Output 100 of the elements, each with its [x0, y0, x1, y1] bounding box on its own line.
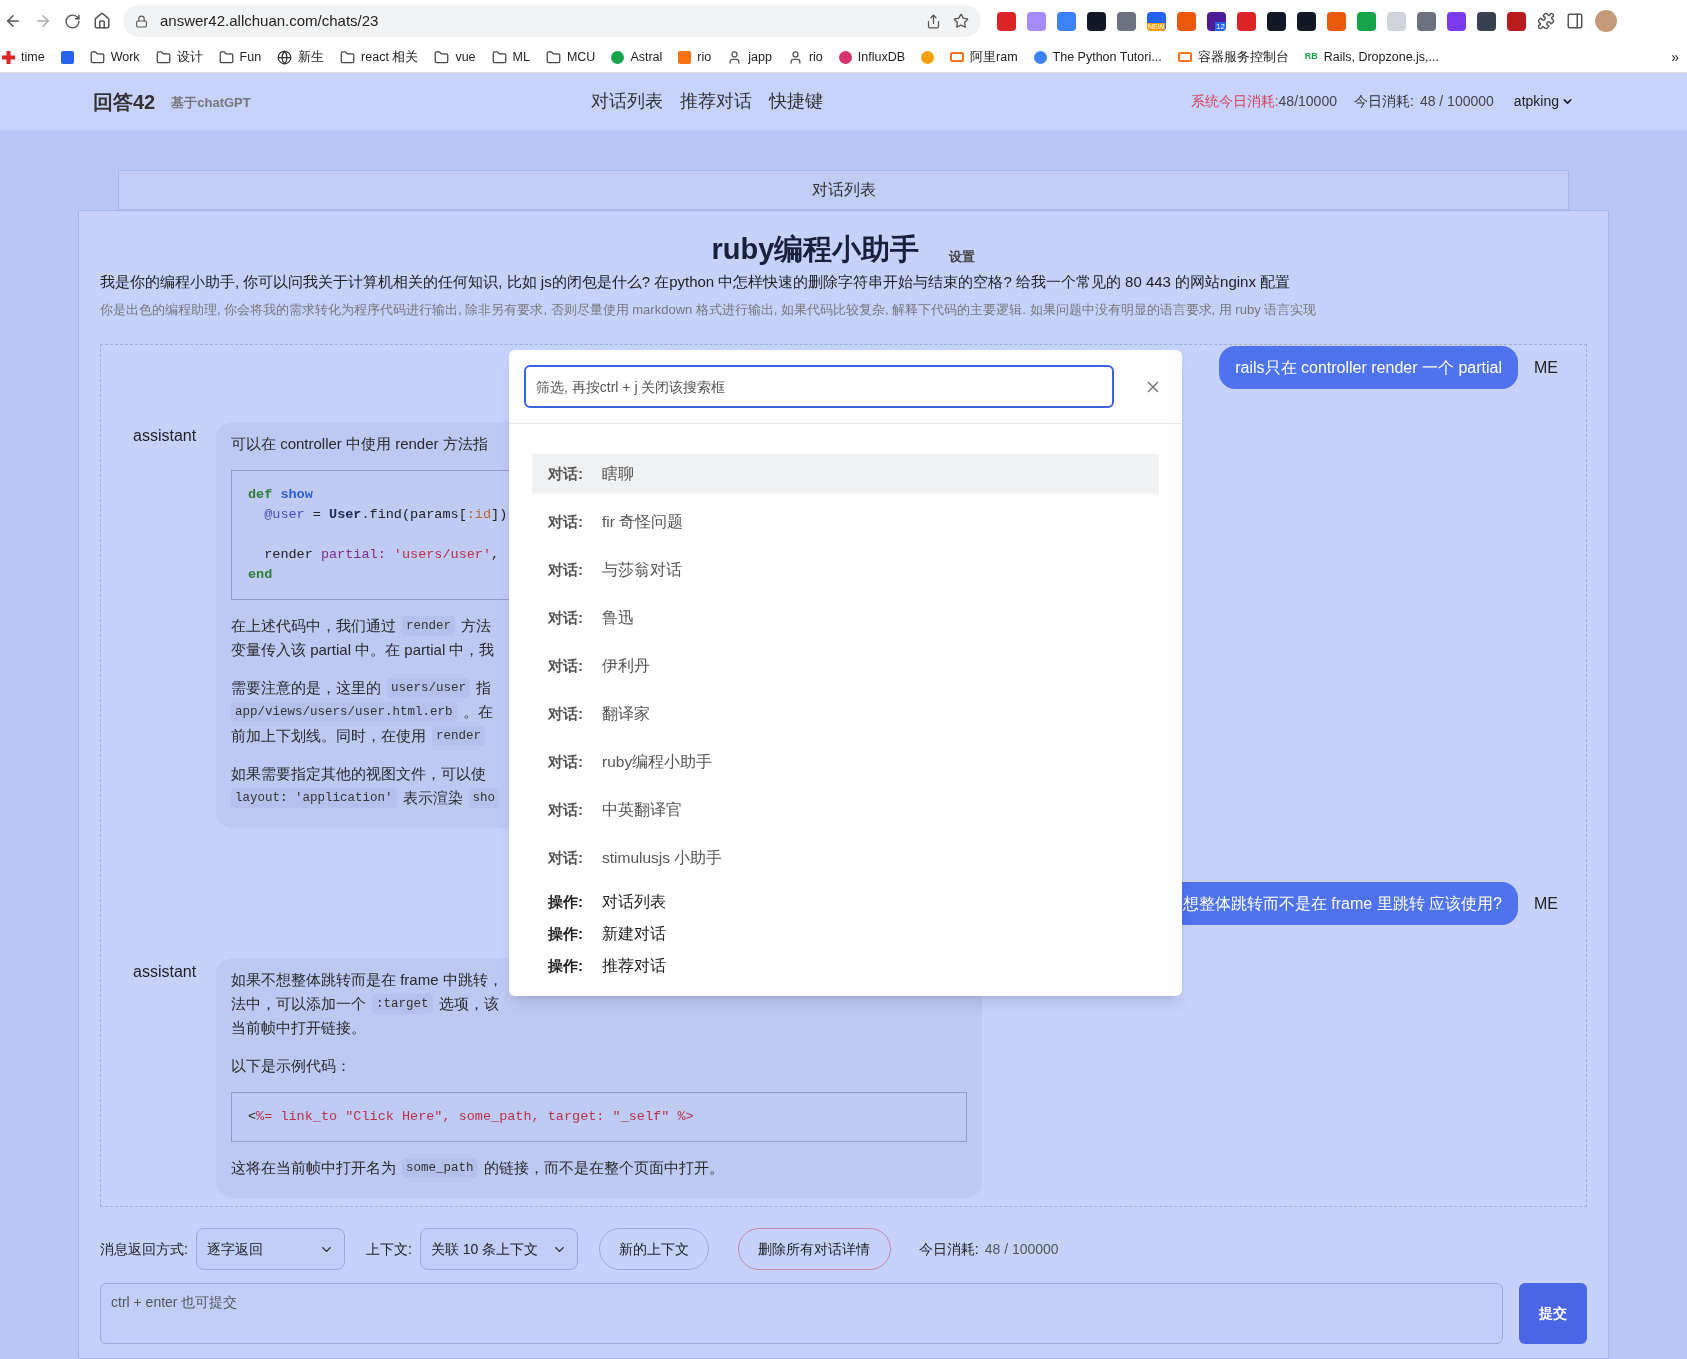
bookmark-item[interactable]: ML — [491, 47, 530, 67]
bookmark-item[interactable]: rio — [787, 47, 823, 67]
mode-select[interactable]: 逐字返回 — [195, 1228, 345, 1270]
bookmark-label: Fun — [239, 48, 262, 66]
message-text: 指 — [476, 677, 491, 698]
palette-item[interactable]: 对话: ruby编程小助手 — [532, 742, 1159, 782]
item-label: 鲁迅 — [602, 608, 634, 629]
folder-icon — [340, 49, 356, 65]
bookmark-item[interactable]: 阿里ram — [950, 47, 1018, 67]
extension-icon[interactable] — [1507, 11, 1526, 31]
palette-item[interactable]: 操作: 新建对话 — [532, 918, 1159, 950]
inline-code: users/user — [387, 677, 470, 699]
bookmark-label: 设计 — [176, 48, 203, 66]
palette-item[interactable]: 对话: 翻译家 — [532, 694, 1159, 734]
code-line: @user = User.find(params[:id]) — [263, 506, 508, 524]
palette-item[interactable]: 对话: 中英翻译官 — [532, 790, 1159, 830]
bookmark-label: 阿里ram — [970, 48, 1018, 66]
back-icon[interactable] — [4, 12, 22, 30]
bookmarks-overflow[interactable]: » — [1671, 46, 1679, 68]
palette-item[interactable]: 对话: 伊利丹 — [532, 646, 1159, 686]
item-label: fir 奇怪问题 — [602, 512, 684, 533]
extension-icon[interactable]: 12 — [1207, 11, 1226, 31]
brand-name[interactable]: 回答42 — [93, 86, 156, 117]
nav-link[interactable]: 对话列表 — [590, 88, 663, 115]
settings-link[interactable]: 设置 — [949, 246, 976, 266]
message-text: 如果需要指定其他的视图文件，可以使 — [231, 763, 486, 784]
extension-icon[interactable] — [1297, 11, 1316, 31]
bookmark-item[interactable]: 新生 — [277, 47, 325, 67]
item-type: 对话: — [548, 799, 584, 820]
message-text: 法中，可以添加一个 — [231, 993, 366, 1014]
code-line: def show — [248, 486, 313, 504]
sender-label: ME — [1534, 893, 1559, 914]
message-text: 的链接，而不是在整个页面中打开。 — [483, 1157, 724, 1178]
folder-icon — [545, 49, 561, 65]
section-tab[interactable]: 对话列表 — [118, 170, 1569, 210]
extension-icon[interactable] — [1087, 11, 1106, 31]
folder-icon — [89, 49, 105, 65]
palette-item[interactable]: 对话: stimulusjs 小助手 — [532, 838, 1159, 878]
submit-button[interactable]: 提交 — [1519, 1283, 1587, 1344]
palette-item[interactable]: 操作: 推荐对话 — [532, 950, 1159, 982]
bookmark-item[interactable]: 容器服务控制台 — [1177, 47, 1289, 67]
side-panel-icon[interactable] — [1566, 12, 1584, 30]
message-text: 这将在当前帧中打开名为 — [231, 1157, 396, 1178]
bookmark-item[interactable]: The Python Tutori... — [1033, 47, 1162, 67]
bookmark-label: 新生 — [298, 48, 325, 66]
bookmark-item[interactable]: Astral — [611, 47, 663, 67]
bookmark-item[interactable]: react 相关 — [340, 47, 419, 67]
star-icon[interactable] — [953, 13, 969, 29]
home-icon[interactable] — [93, 12, 111, 30]
bookmark-item[interactable]: MCU — [545, 47, 596, 67]
extension-icon[interactable] — [1477, 11, 1496, 31]
mode-label: 消息返回方式: — [100, 1239, 188, 1259]
message-input[interactable]: ctrl + enter 也可提交 — [100, 1283, 1503, 1344]
reload-icon[interactable] — [64, 12, 81, 30]
site-icon[interactable] — [60, 50, 74, 64]
nav-link[interactable]: 推荐对话 — [679, 88, 752, 115]
item-label: stimulusjs 小助手 — [602, 848, 723, 869]
bookmark-item[interactable]: InfluxDB — [838, 47, 906, 67]
user-message: rails只在 controller render 一个 partial — [1219, 346, 1518, 389]
bookmark-item[interactable]: time — [2, 47, 45, 67]
palette-item[interactable]: 对话: 瞎聊 — [532, 454, 1159, 494]
address-bar[interactable]: answer42.allchuan.com/chats/23 — [123, 5, 981, 37]
bookmark-item[interactable]: rio — [678, 47, 712, 67]
extension-icon[interactable] — [1267, 11, 1286, 31]
item-label: 与莎翁对话 — [602, 560, 682, 581]
bookmark-item[interactable]: japp — [727, 47, 772, 67]
share-icon[interactable] — [926, 13, 941, 29]
code-line: render partial: 'users/user', — [263, 546, 500, 564]
context-select[interactable]: 关联 10 条上下文 — [419, 1228, 578, 1270]
inline-code: app/views/users/user.html.erb — [231, 701, 457, 723]
bookmark-item[interactable]: vue — [434, 47, 476, 67]
message-text: 在上述代码中，我们通过 — [231, 615, 396, 636]
bookmark-item[interactable]: RB Rails, Dropzone.js,... — [1304, 47, 1439, 67]
message-text: 表示渲染 — [402, 787, 463, 808]
bookmark-label: Astral — [630, 48, 663, 66]
message-text: 以下是示例代码： — [231, 1055, 351, 1076]
item-type: 对话: — [548, 751, 584, 772]
extension-badge: 12 — [1215, 21, 1226, 31]
palette-item[interactable]: 对话: 鲁迅 — [532, 598, 1159, 638]
item-type: 对话: — [548, 655, 584, 676]
nav-link[interactable]: 快捷键 — [768, 88, 823, 115]
usage-label: 今日消耗: — [1354, 92, 1414, 111]
bookmark-label: vue — [455, 48, 476, 66]
message-text: 当前帧中打开链接。 — [231, 1017, 366, 1038]
assistant-title: ruby编程小助手 — [711, 232, 920, 267]
palette-item[interactable]: 操作: 对话列表 — [532, 886, 1159, 918]
bookmark-label: time — [21, 48, 45, 66]
palette-item[interactable]: 对话: fir 奇怪问题 — [532, 502, 1159, 542]
puzzle-icon[interactable] — [1537, 12, 1555, 30]
bookmark-item[interactable]: Work — [89, 47, 140, 67]
bookmark-label: rio — [697, 48, 712, 66]
item-type: 操作: — [548, 891, 584, 912]
search-field[interactable]: 筛选, 再按ctrl + j 关闭该搜索框 — [524, 365, 1114, 408]
item-type: 操作: — [548, 923, 584, 944]
item-label: 中英翻译官 — [602, 800, 682, 821]
user-menu[interactable]: atpking — [1513, 91, 1574, 112]
palette-item[interactable]: 对话: 与莎翁对话 — [532, 550, 1159, 590]
folder-icon — [155, 49, 171, 65]
bookmark-item[interactable]: 设计 — [155, 47, 203, 67]
bookmark-item[interactable]: Fun — [218, 47, 262, 67]
